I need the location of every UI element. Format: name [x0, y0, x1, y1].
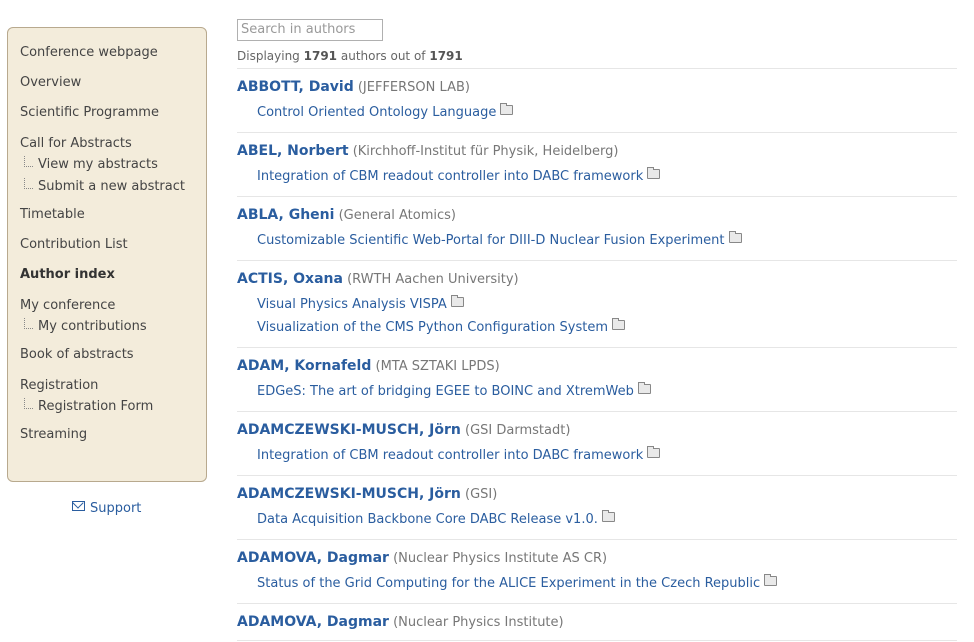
count-middle: authors out of	[340, 48, 426, 63]
author-line: ABEL, Norbert (Kirchhoff-Institut für Ph…	[237, 141, 957, 161]
mail-icon	[72, 501, 85, 511]
result-count: Displaying 1791 authors out of 1791	[237, 47, 957, 65]
author-name-link[interactable]: ABBOTT, David	[237, 79, 354, 95]
folder-icon[interactable]	[500, 102, 514, 115]
contribution-link[interactable]: Customizable Scientific Web-Portal for D…	[237, 229, 957, 252]
count-shown: 1791	[303, 48, 338, 63]
search-input[interactable]	[237, 18, 383, 41]
contribution-link[interactable]: Visualization of the CMS Python Configur…	[237, 316, 957, 339]
author-entry: ABEL, Norbert (Kirchhoff-Institut für Ph…	[237, 133, 957, 197]
author-entry: ACTIS, Oxana (RWTH Aachen University) Vis…	[237, 261, 957, 348]
menu-author-index[interactable]: Author index	[8, 260, 206, 290]
contribution-title: Status of the Grid Computing for the ALI…	[257, 575, 761, 591]
author-line: ADAM, Kornafeld (MTA SZTAKI LPDS)	[237, 356, 957, 376]
menu-overview[interactable]: Overview	[8, 68, 206, 98]
folder-icon[interactable]	[601, 509, 615, 522]
author-affiliation: (JEFFERSON LAB)	[357, 79, 470, 95]
contribution-link[interactable]: EDGeS: The art of bridging EGEE to BOINC…	[237, 380, 957, 403]
folder-icon[interactable]	[450, 294, 464, 307]
count-prefix: Displaying	[237, 48, 300, 63]
contribution-link[interactable]: Integration of CBM readout controller in…	[237, 444, 957, 467]
contribution-link[interactable]: Visual Physics Analysis VISPA	[237, 293, 957, 316]
contribution-link[interactable]: Integration of CBM readout controller in…	[237, 165, 957, 188]
contribution-link[interactable]: Status of the Grid Computing for the ALI…	[237, 572, 957, 595]
author-name-link[interactable]: ACTIS, Oxana	[237, 271, 343, 287]
folder-icon[interactable]	[764, 573, 778, 586]
contribution-link[interactable]: Control Oriented Ontology Language	[237, 101, 957, 124]
folder-icon[interactable]	[647, 445, 661, 458]
author-entry: ADAMOVA, Dagmar (Nuclear Physics Institu…	[237, 540, 957, 604]
author-index-main: Displaying 1791 authors out of 1791 ABBO…	[237, 18, 957, 641]
author-affiliation: (Nuclear Physics Institute AS CR)	[393, 550, 608, 566]
folder-icon[interactable]	[728, 230, 742, 243]
author-affiliation: (GSI Darmstadt)	[465, 422, 571, 438]
author-entry: ADAMCZEWSKI-MUSCH, Jörn (GSI) Data Acquis…	[237, 476, 957, 540]
folder-icon[interactable]	[612, 317, 626, 330]
author-entry: ABBOTT, David (JEFFERSON LAB) Control Ori…	[237, 69, 957, 133]
author-affiliation: (General Atomics)	[338, 207, 456, 223]
submenu-label: My contributions	[38, 319, 147, 334]
contribution-title: Control Oriented Ontology Language	[257, 104, 497, 120]
contribution-title: Integration of CBM readout controller in…	[257, 168, 644, 184]
menu-conference-webpage[interactable]: Conference webpage	[8, 38, 206, 68]
tree-connector	[24, 156, 33, 167]
submenu-label: Registration Form	[38, 399, 154, 414]
author-affiliation: (MTA SZTAKI LPDS)	[375, 358, 500, 374]
author-name-link[interactable]: ADAMCZEWSKI-MUSCH, Jörn	[237, 486, 461, 502]
author-line: ADAMCZEWSKI-MUSCH, Jörn (GSI Darmstadt)	[237, 420, 957, 440]
contribution-title: Visualization of the CMS Python Configur…	[257, 319, 609, 335]
author-line: ADAMOVA, Dagmar (Nuclear Physics Institu…	[237, 612, 957, 632]
author-name-link[interactable]: ADAM, Kornafeld	[237, 358, 371, 374]
tree-connector	[24, 398, 33, 409]
folder-icon[interactable]	[637, 381, 651, 394]
contribution-title: Integration of CBM readout controller in…	[257, 447, 644, 463]
author-affiliation: (GSI)	[465, 486, 498, 502]
submenu-view-my-abstracts[interactable]: View my abstracts	[8, 154, 206, 176]
tree-connector	[24, 318, 33, 329]
support-link[interactable]: Support	[72, 501, 141, 516]
menu-timetable[interactable]: Timetable	[8, 200, 206, 230]
count-total: 1791	[429, 48, 463, 63]
author-line: ABBOTT, David (JEFFERSON LAB)	[237, 77, 957, 97]
author-list: ABBOTT, David (JEFFERSON LAB) Control Ori…	[237, 69, 957, 641]
sidebar-menu: Conference webpage Overview Scientific P…	[7, 27, 207, 482]
menu-streaming[interactable]: Streaming	[8, 420, 206, 450]
author-affiliation: (RWTH Aachen University)	[347, 271, 519, 287]
contribution-link[interactable]: Data Acquisition Backbone Core DABC Rele…	[237, 508, 957, 531]
submenu-label: View my abstracts	[38, 157, 158, 172]
submenu-registration-form[interactable]: Registration Form	[8, 396, 206, 418]
submenu-my-contributions[interactable]: My contributions	[8, 316, 206, 338]
contribution-title: Data Acquisition Backbone Core DABC Rele…	[257, 511, 598, 527]
author-line: ACTIS, Oxana (RWTH Aachen University)	[237, 269, 957, 289]
contribution-title: Visual Physics Analysis VISPA	[257, 296, 447, 312]
author-name-link[interactable]: ABEL, Norbert	[237, 143, 349, 159]
menu-book-of-abstracts[interactable]: Book of abstracts	[8, 340, 206, 370]
author-name-link[interactable]: ABLA, Gheni	[237, 207, 334, 223]
author-entry: ADAMOVA, Dagmar (Nuclear Physics Institu…	[237, 604, 957, 641]
author-affiliation: (Kirchhoff-Institut für Physik, Heidelbe…	[352, 143, 619, 159]
contribution-title: Customizable Scientific Web-Portal for D…	[257, 232, 725, 248]
author-entry: ADAM, Kornafeld (MTA SZTAKI LPDS) EDGeS: …	[237, 348, 957, 412]
author-name-link[interactable]: ADAMCZEWSKI-MUSCH, Jörn	[237, 422, 461, 438]
author-name-link[interactable]: ADAMOVA, Dagmar	[237, 550, 389, 566]
menu-call-for-abstracts[interactable]: Call for Abstracts	[8, 128, 206, 154]
author-name-link[interactable]: ADAMOVA, Dagmar	[237, 614, 389, 630]
folder-icon[interactable]	[647, 166, 661, 179]
author-line: ADAMCZEWSKI-MUSCH, Jörn (GSI)	[237, 484, 957, 504]
menu-contribution-list[interactable]: Contribution List	[8, 230, 206, 260]
menu-my-conference[interactable]: My conference	[8, 290, 206, 316]
submenu-submit-new-abstract[interactable]: Submit a new abstract	[8, 176, 206, 198]
author-entry: ABLA, Gheni (General Atomics) Customizabl…	[237, 197, 957, 261]
tree-connector	[24, 178, 33, 189]
menu-scientific-programme[interactable]: Scientific Programme	[8, 98, 206, 128]
support-label: Support	[90, 501, 142, 516]
submenu-label: Submit a new abstract	[38, 179, 185, 194]
author-line: ABLA, Gheni (General Atomics)	[237, 205, 957, 225]
menu-registration[interactable]: Registration	[8, 370, 206, 396]
author-line: ADAMOVA, Dagmar (Nuclear Physics Institu…	[237, 548, 957, 568]
contribution-title: EDGeS: The art of bridging EGEE to BOINC…	[257, 383, 634, 399]
author-entry: ADAMCZEWSKI-MUSCH, Jörn (GSI Darmstadt) I…	[237, 412, 957, 476]
author-affiliation: (Nuclear Physics Institute)	[393, 614, 564, 630]
